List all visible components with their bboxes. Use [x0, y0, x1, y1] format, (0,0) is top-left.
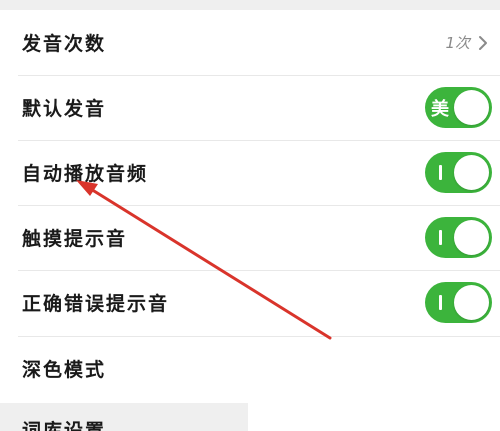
toggle-on-indicator — [439, 295, 442, 310]
toggle-on-indicator — [439, 165, 442, 180]
toggle-on-indicator — [439, 230, 442, 245]
autoplay-audio-toggle[interactable] — [425, 152, 492, 193]
setting-value: 1次 — [445, 32, 492, 53]
setting-row-pronunciation-count[interactable]: 发音次数 1次 — [0, 10, 500, 75]
setting-row-correct-wrong-sound: 正确错误提示音 — [0, 270, 500, 335]
setting-label: 触摸提示音 — [22, 228, 128, 250]
toggle-on-text: 美 — [431, 99, 449, 120]
setting-label: 默认发音 — [22, 98, 107, 120]
touch-sound-toggle[interactable] — [425, 217, 492, 258]
toggle-knob — [454, 220, 489, 255]
setting-label: 自动播放音频 — [22, 163, 149, 185]
setting-label: 深色模式 — [22, 359, 107, 381]
toggle-knob — [454, 155, 489, 190]
default-pronunciation-toggle[interactable]: 美 — [425, 87, 492, 128]
setting-label: 发音次数 — [22, 33, 107, 55]
top-separator — [0, 0, 500, 10]
setting-label: 正确错误提示音 — [22, 293, 170, 315]
setting-row-default-pronunciation: 默认发音 美 — [0, 75, 500, 140]
partial-section-label: 词库设置 — [22, 420, 107, 431]
correct-wrong-sound-toggle[interactable] — [425, 282, 492, 323]
setting-row-touch-sound: 触摸提示音 — [0, 205, 500, 270]
chevron-right-icon — [479, 35, 487, 50]
settings-screen: 发音次数 1次 默认发音 美 自动播放音频 触摸提示音 正确错误提示音 深色模式… — [0, 0, 500, 431]
pronunciation-count-value: 1次 — [445, 34, 470, 52]
setting-row-dark-mode[interactable]: 深色模式 — [0, 336, 500, 401]
toggle-knob — [454, 285, 489, 320]
setting-row-autoplay-audio: 自动播放音频 — [0, 140, 500, 205]
toggle-knob — [454, 90, 489, 125]
